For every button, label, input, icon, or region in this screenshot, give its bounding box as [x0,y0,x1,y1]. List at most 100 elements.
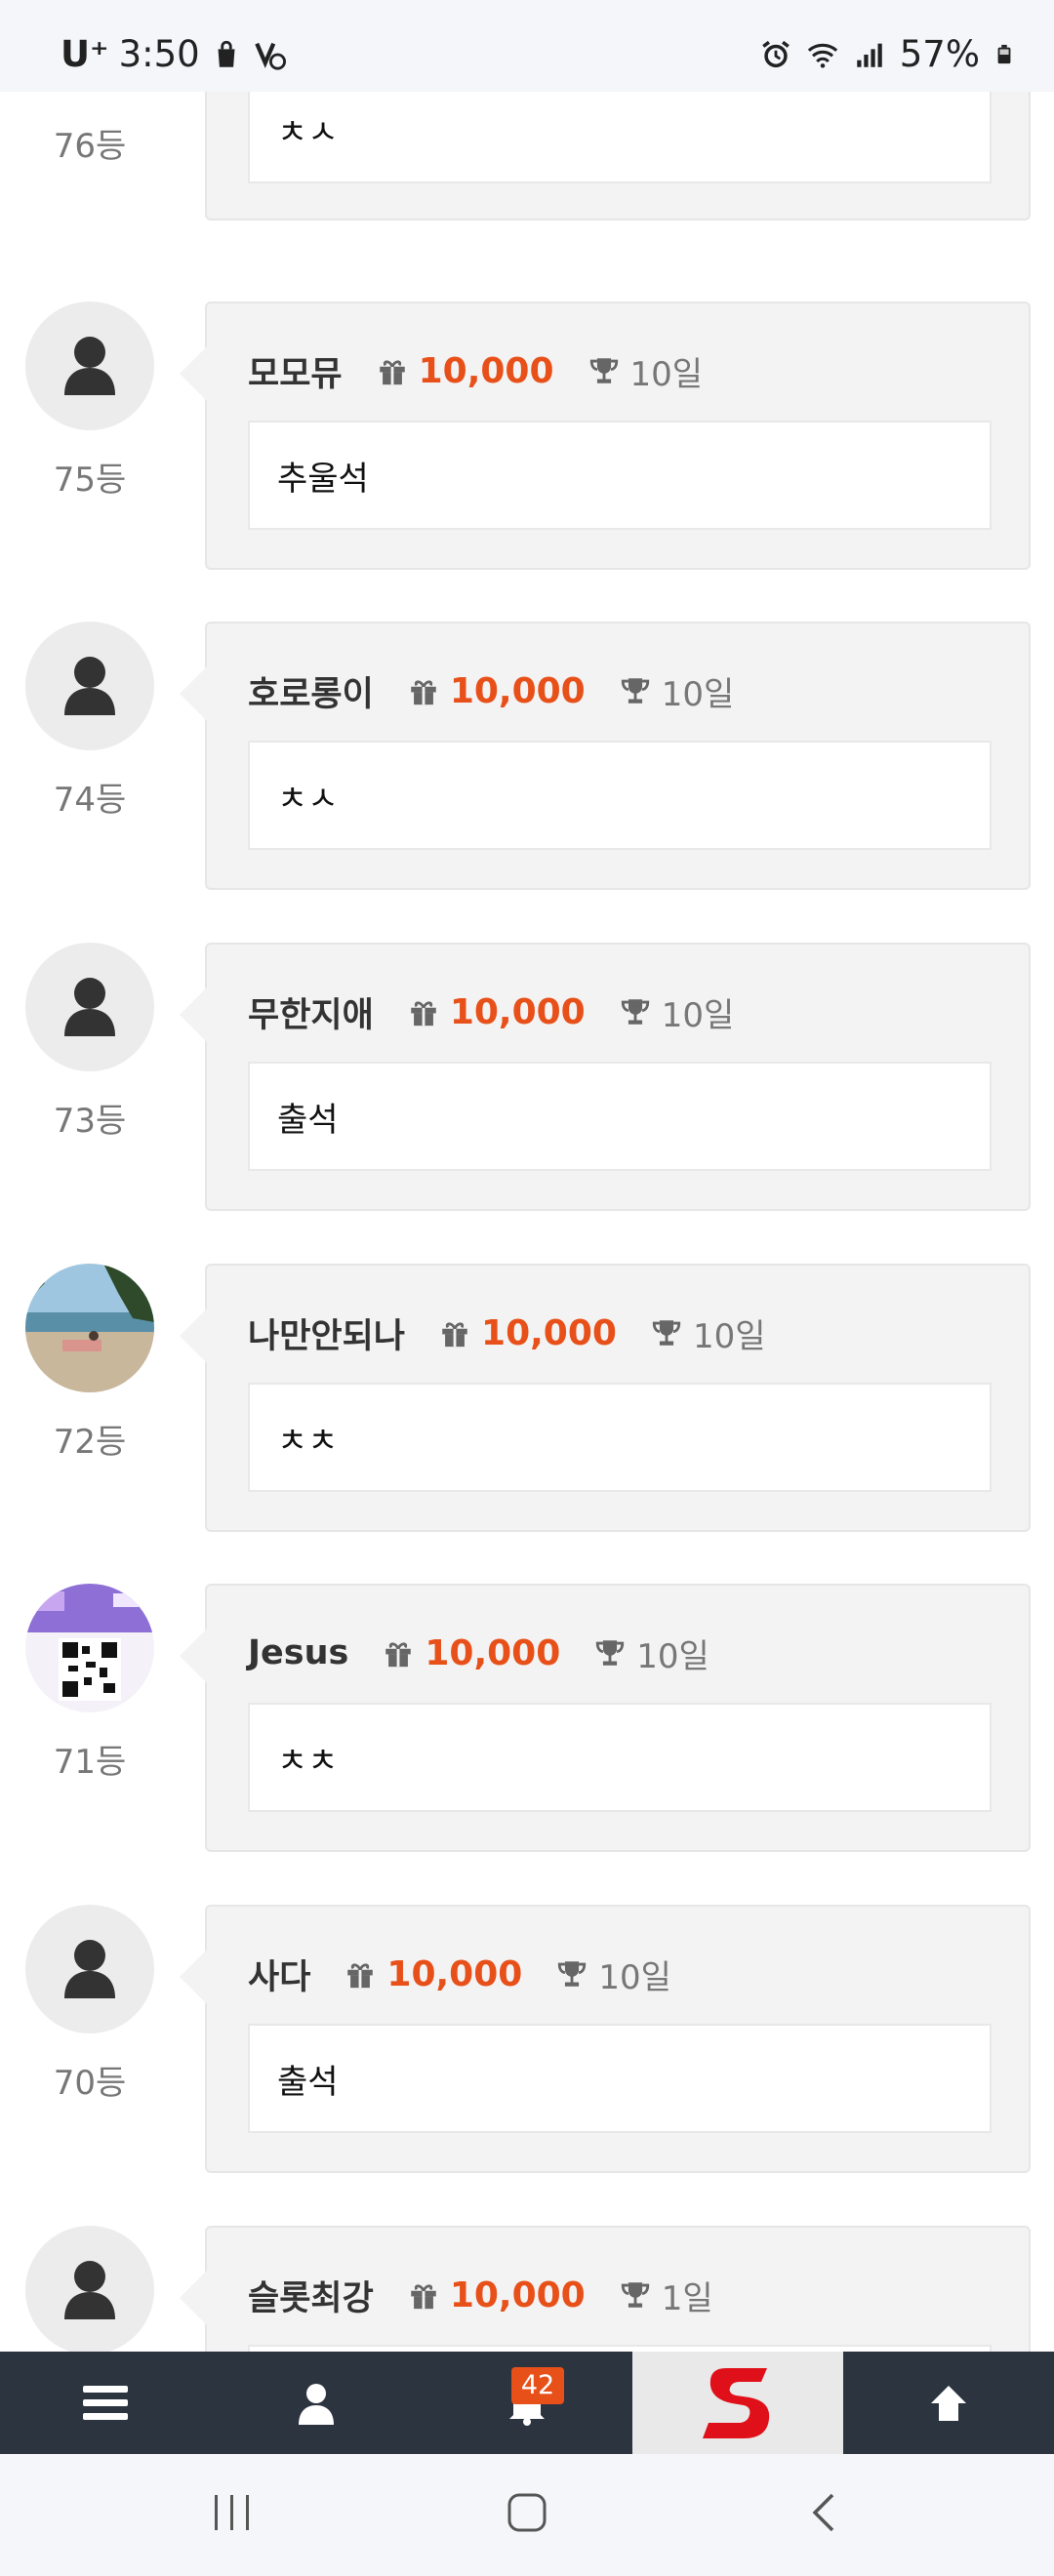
default-avatar-icon [64,978,115,1036]
list-item: 70등 사다 10,000 10일 출석 [0,1905,1054,2173]
username[interactable]: 사다 [248,1950,310,1999]
back-button[interactable] [785,2483,863,2542]
comment-message: 출석 [248,2024,992,2133]
avatar[interactable] [25,1905,154,2033]
comment-message: 출석 [248,1062,992,1171]
back-icon [812,2493,834,2532]
username[interactable]: 슬롯최강 [248,2271,374,2320]
home-button[interactable] [488,2483,566,2542]
days-count: 10일 [629,354,704,394]
username[interactable]: 호로롱이 [248,666,374,716]
comment-message: ㅊㅊ [248,1703,992,1812]
bottom-nav: 42 [0,2352,1054,2454]
rank-label: 73등 [53,1102,127,1141]
points-value: 10,000 [425,1632,561,1673]
points-value: 10,000 [418,350,554,391]
gift-icon [379,360,405,385]
menu-button[interactable] [0,2352,211,2454]
days-count: 10일 [692,1316,766,1356]
points-value: 10,000 [481,1312,617,1353]
site-logo-button[interactable] [632,2352,843,2454]
trophy-icon [652,1320,681,1346]
days-count: 1일 [661,2278,713,2318]
points-value: 10,000 [449,2274,586,2315]
list-item: 74등 호로롱이 10,000 10일 ㅊㅅ [0,622,1054,890]
avatar[interactable] [25,1584,154,1712]
points-value: 10,000 [449,991,586,1032]
days-count: 10일 [661,674,735,714]
days-count: 10일 [598,1957,671,1997]
comment-bubble: 사다 10,000 10일 출석 [180,1905,1031,2173]
list-item: 72등 나만안되나 10,000 10일 ㅊㅊ [0,1264,1054,1532]
gift-icon [411,2284,436,2310]
comment-meta: 나만안되나 10,000 10일 [248,1308,765,1357]
system-nav-bar [0,2454,1054,2576]
gift-icon [442,1322,467,1348]
site-logo [703,2367,770,2438]
beach-photo-avatar [25,1264,154,1392]
trophy-icon [558,1961,587,1987]
clock: 3:50 [118,33,200,75]
comment-bubble: 모모뮤 10,000 10일 추울석 [180,302,1031,570]
comment-bubble: 나만안되나 10,000 10일 ㅊㅊ [180,1264,1031,1532]
alarm-icon [761,40,790,67]
comment-meta: 모모뮤 10,000 10일 [248,346,703,395]
rank-label: 72등 [53,1423,127,1462]
arrow-up-icon [931,2385,966,2421]
trophy-icon [621,2282,649,2308]
status-right: 57% [759,33,1015,75]
avatar[interactable] [25,302,154,430]
avatar[interactable] [25,2226,154,2355]
rank-label: 74등 [53,781,127,820]
recent-apps-button[interactable] [193,2483,271,2542]
shopping-bag-icon [218,40,235,67]
comment-bubble: 호로롱이 10,000 10일 ㅊㅅ [180,622,1031,890]
comment-message: ㅊㅅ [248,741,992,850]
list-item: 71등 Jesus 10,000 10일 ㅊㅊ [0,1584,1054,1852]
avatar[interactable] [25,622,154,750]
carrier-label: U⁺ [61,33,109,75]
scroll-top-button[interactable] [843,2352,1054,2454]
username[interactable]: 무한지애 [248,987,374,1037]
battery-icon [997,44,1011,63]
recent-apps-icon [215,2495,249,2530]
signal-icon [857,43,882,67]
notification-badge: 42 [511,2367,564,2404]
comment-meta: 호로롱이 10,000 10일 [248,666,734,715]
gift-icon [411,680,436,705]
wifi-icon [807,43,837,68]
username[interactable]: 모모뮤 [248,346,343,396]
comment-bubble: 무한지애 10,000 10일 출석 [180,943,1031,1211]
list-item: 73등 무한지애 10,000 10일 출석 [0,943,1054,1211]
status-left: U⁺ 3:50 [61,33,286,75]
rank-label: 71등 [53,1743,127,1782]
rank-label: 76등 [53,127,127,166]
days-count: 10일 [661,995,735,1035]
comment-message: ㅊㅊ [248,1383,992,1492]
trophy-icon [621,999,649,1025]
trophy-icon [589,358,618,383]
comment-meta: 슬롯최강 10,000 1일 [248,2271,713,2319]
avatar[interactable] [25,943,154,1071]
trophy-icon [596,1640,625,1666]
profile-button[interactable] [211,2352,422,2454]
avatar[interactable] [25,1264,154,1392]
default-avatar-icon [64,657,115,715]
username[interactable]: Jesus [248,1633,348,1672]
v-notification-icon [254,42,286,70]
default-avatar-icon [64,2261,115,2319]
rank-label: 75등 [53,461,127,500]
home-icon [507,2493,547,2532]
user-icon [299,2383,334,2425]
qr-photo-avatar [25,1584,154,1701]
default-avatar-icon [64,337,115,395]
notifications-button[interactable]: 42 [422,2352,632,2454]
gift-icon [347,1963,374,1989]
gift-icon [385,1642,412,1668]
comment-meta: Jesus 10,000 10일 [248,1629,709,1677]
default-avatar-icon [64,1940,115,1998]
trophy-icon [621,678,649,704]
comment-meta: 사다 10,000 10일 [248,1950,671,1998]
battery-percent: 57% [899,33,980,75]
username[interactable]: 나만안되나 [248,1308,405,1358]
